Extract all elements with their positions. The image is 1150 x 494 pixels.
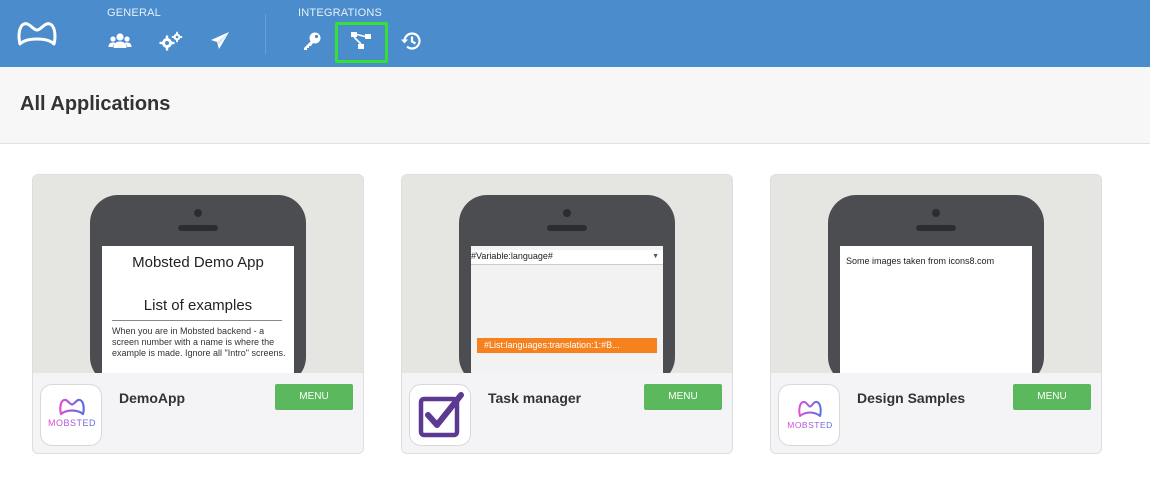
preview-divider (112, 320, 282, 321)
app-icon: MOBSTED (778, 384, 840, 446)
app-card-task-manager[interactable]: #Variable:language# ▼ #List:languages:tr… (401, 174, 733, 454)
preview-select-value: #Variable:language# (471, 251, 553, 261)
preview-credit-text: Some images taken from icons8.com (846, 256, 995, 266)
phone-speaker (178, 225, 218, 231)
app-name[interactable]: DemoApp (119, 390, 185, 406)
preview-orange-button: #List:languages:translation:1:#B... (477, 338, 657, 353)
integrations-section-label: INTEGRATIONS (298, 7, 383, 19)
paper-plane-icon[interactable] (207, 29, 233, 53)
app-icon-text: MOBSTED (787, 420, 833, 430)
app-preview: Mobsted Demo App List of examples When y… (33, 175, 363, 373)
menu-button[interactable]: MENU (1013, 384, 1091, 410)
app-icon (409, 384, 471, 446)
phone-mockup: #Variable:language# ▼ #List:languages:tr… (459, 195, 675, 373)
preview-app-title: Mobsted Demo App (132, 254, 264, 271)
chevron-down-icon: ▼ (652, 253, 659, 260)
app-preview: Some images taken from icons8.com (771, 175, 1101, 373)
active-integration-highlight (335, 22, 388, 63)
general-section-label: GENERAL (107, 7, 161, 19)
phone-screen: #Variable:language# ▼ #List:languages:tr… (471, 246, 663, 373)
users-icon[interactable] (107, 29, 133, 53)
menu-button[interactable]: MENU (644, 384, 722, 410)
key-icon[interactable] (299, 29, 325, 53)
mobsted-logo[interactable] (16, 20, 58, 48)
app-icon: MOBSTED (40, 384, 102, 446)
menu-button[interactable]: MENU (275, 384, 353, 410)
phone-screen: Mobsted Demo App List of examples When y… (102, 246, 294, 373)
preview-body-text: When you are in Mobsted backend - a scre… (112, 326, 286, 358)
gears-icon[interactable] (158, 29, 184, 53)
history-icon[interactable] (398, 29, 424, 53)
page-title: All Applications (20, 93, 171, 115)
page-header: All Applications (0, 67, 1150, 144)
app-name[interactable]: Task manager (488, 390, 581, 406)
preview-subtitle: List of examples (143, 297, 253, 314)
phone-camera (563, 209, 571, 217)
phone-camera (194, 209, 202, 217)
app-name[interactable]: Design Samples (857, 390, 965, 406)
phone-mockup: Mobsted Demo App List of examples When y… (90, 195, 306, 373)
app-icon-text: MOBSTED (48, 418, 96, 428)
phone-speaker (916, 225, 956, 231)
app-preview: #Variable:language# ▼ #List:languages:tr… (402, 175, 732, 373)
phone-mockup: Some images taken from icons8.com (828, 195, 1044, 373)
top-navigation-bar: GENERAL INTEGRATIONS (0, 0, 1150, 67)
app-card-design-samples[interactable]: Some images taken from icons8.com MOBSTE… (770, 174, 1102, 454)
phone-screen: Some images taken from icons8.com (840, 246, 1032, 373)
preview-language-select: #Variable:language# ▼ (471, 250, 663, 265)
phone-speaker (547, 225, 587, 231)
nav-divider (265, 14, 266, 54)
app-card-demoapp[interactable]: Mobsted Demo App List of examples When y… (32, 174, 364, 454)
phone-camera (932, 209, 940, 217)
